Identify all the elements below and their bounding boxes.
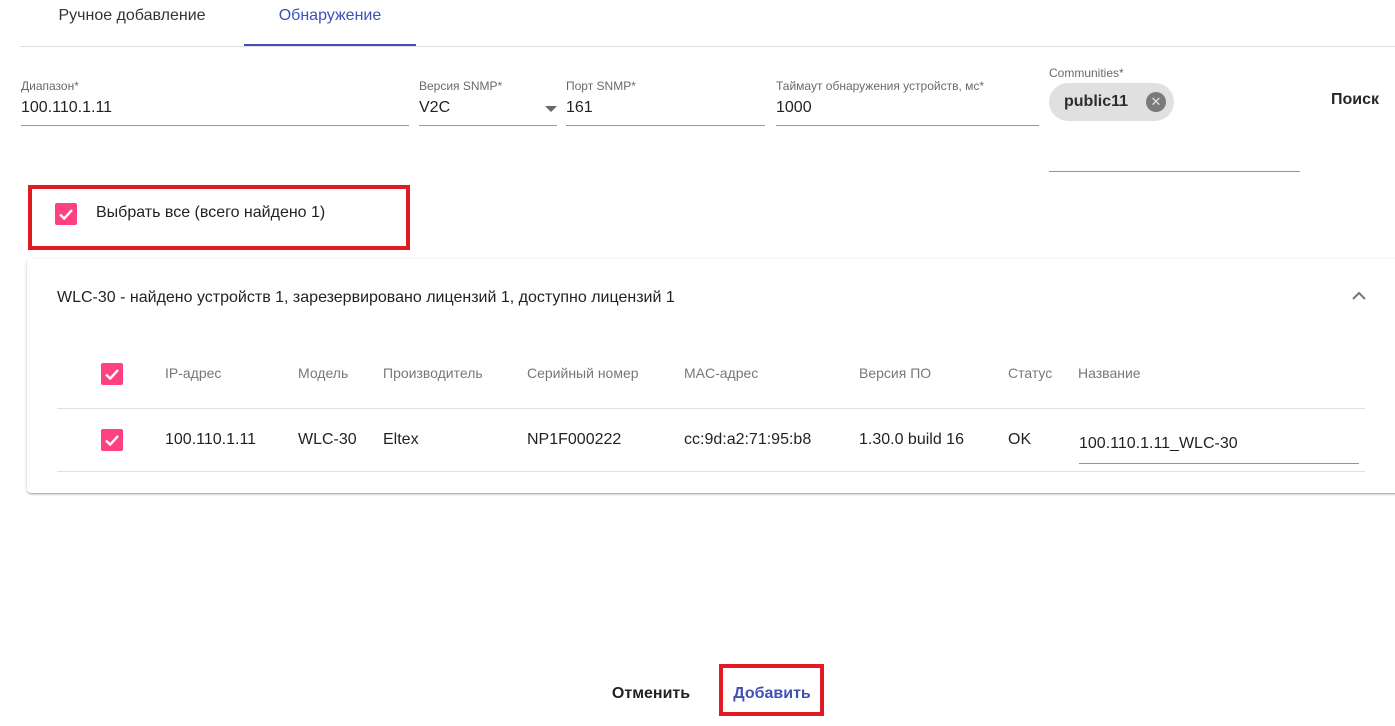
cancel-button[interactable]: Отменить <box>596 685 706 703</box>
header-checkbox[interactable] <box>101 363 123 385</box>
row-name-field[interactable] <box>1079 435 1359 465</box>
group-title: WLC-30 - найдено устройств 1, зарезервир… <box>57 289 675 306</box>
timeout-field[interactable]: Таймаут обнаружения устройств, мс* <box>776 79 1039 127</box>
column-header-model[interactable]: Модель <box>298 365 348 381</box>
tab-bar: Ручное добавление Обнаружение <box>20 0 1395 47</box>
select-all-checkbox[interactable] <box>55 203 77 225</box>
header-divider <box>57 408 1365 409</box>
timeout-label: Таймаут обнаружения устройств, мс* <box>776 79 985 93</box>
column-header-firmware[interactable]: Версия ПО <box>859 365 931 381</box>
snmp-port-label: Порт SNMP* <box>566 79 636 93</box>
snmp-version-label: Версия SNMP* <box>419 79 503 93</box>
row-checkbox[interactable] <box>101 429 123 451</box>
row-mac: cc:9d:a2:71:95:b8 <box>684 431 812 448</box>
timeout-underline <box>776 125 1039 126</box>
chevron-up-icon[interactable] <box>1345 281 1373 309</box>
chip-remove-icon[interactable]: ✕ <box>1146 92 1166 112</box>
active-tab-indicator <box>244 44 416 46</box>
community-chip-label: public11 <box>1064 93 1129 110</box>
row-ip: 100.110.1.11 <box>165 431 257 448</box>
column-header-mac[interactable]: MAC-адрес <box>684 365 758 381</box>
check-icon <box>105 435 119 447</box>
snmp-port-input[interactable] <box>566 99 765 117</box>
check-icon <box>105 369 119 381</box>
row-name-input[interactable] <box>1079 435 1359 453</box>
column-header-status[interactable]: Статус <box>1008 365 1052 381</box>
row-vendor: Eltex <box>383 431 419 448</box>
timeout-input[interactable] <box>776 99 1039 117</box>
snmp-version-value: V2C <box>419 99 451 116</box>
snmp-version-select[interactable]: Версия SNMP* V2C <box>419 79 557 127</box>
search-button[interactable]: Поиск <box>1315 85 1395 115</box>
range-field[interactable]: Диапазон* <box>21 79 409 127</box>
device-group-panel: WLC-30 - найдено устройств 1, зарезервир… <box>27 259 1395 493</box>
row-name-underline <box>1079 463 1359 464</box>
range-label: Диапазон* <box>21 79 79 93</box>
select-all-label: Выбрать все (всего найдено 1) <box>96 204 326 221</box>
row-status: OK <box>1008 431 1032 448</box>
community-chip[interactable]: public11 ✕ <box>1049 83 1174 121</box>
check-icon <box>59 209 73 221</box>
range-underline <box>21 125 409 126</box>
row-divider <box>57 471 1365 472</box>
tab-discovery[interactable]: Обнаружение <box>244 0 416 46</box>
column-header-name[interactable]: Название <box>1078 365 1141 381</box>
communities-input-underline[interactable] <box>1049 171 1300 172</box>
range-input[interactable] <box>21 99 409 117</box>
snmp-port-underline <box>566 125 765 126</box>
communities-label: Communities* <box>1049 66 1124 80</box>
dropdown-arrow-icon[interactable] <box>545 106 557 112</box>
row-firmware: 1.30.0 build 16 <box>859 431 964 448</box>
snmp-port-field[interactable]: Порт SNMP* <box>566 79 765 127</box>
column-header-serial[interactable]: Серийный номер <box>527 365 639 381</box>
row-serial: NP1F000222 <box>527 431 622 448</box>
snmp-version-underline <box>419 125 557 126</box>
tab-manual-add[interactable]: Ручное добавление <box>20 0 244 46</box>
add-button[interactable]: Добавить <box>724 685 820 703</box>
row-model: WLC-30 <box>298 431 357 448</box>
column-header-vendor[interactable]: Производитель <box>383 365 483 381</box>
column-header-ip[interactable]: IP-адрес <box>165 365 221 381</box>
